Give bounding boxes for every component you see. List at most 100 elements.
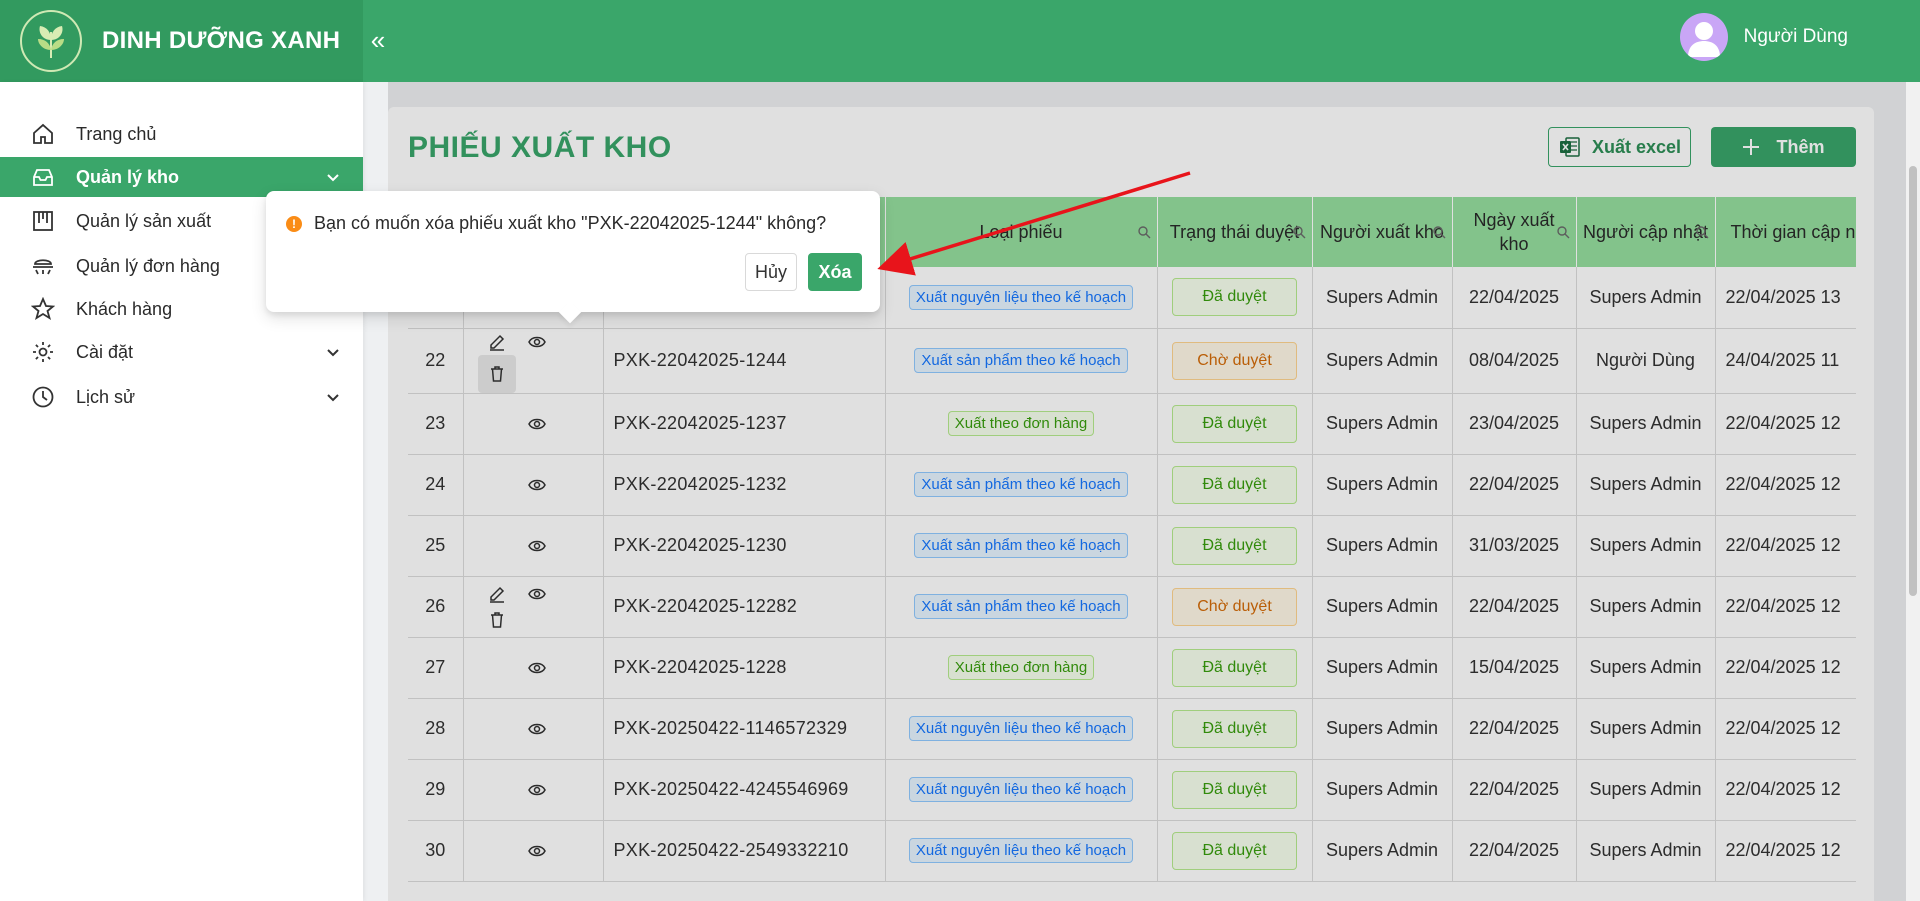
cell-status: Đã duyệt	[1157, 759, 1313, 821]
page-scrollbar[interactable]	[1906, 82, 1920, 901]
table-row[interactable]: 26 PXK-22042025-12282 Xuất sản phẩm theo k…	[408, 576, 1856, 638]
confirm-delete-button[interactable]: Xóa	[808, 253, 862, 291]
cell-type: Xuất sản phẩm theo kế hoạch	[885, 515, 1158, 577]
cell-date: 23/04/2025	[1452, 393, 1577, 455]
sidebar-item-home[interactable]: Trang chủ	[0, 114, 363, 154]
home-icon	[30, 121, 56, 147]
table-row[interactable]: 22 PXK-22042025-1244 Xuất sản phẩm theo kế…	[408, 328, 1856, 394]
status-badge: Đã duyệt	[1172, 709, 1297, 748]
cell-date: 22/04/2025	[1452, 698, 1577, 760]
header-status[interactable]: Trạng thái duyệt	[1157, 197, 1313, 267]
eye-icon[interactable]	[524, 533, 550, 559]
cell-actions	[463, 454, 604, 516]
cell-updater: Supers Admin	[1576, 759, 1716, 821]
sidebar-item-history[interactable]: Lịch sử	[0, 377, 363, 417]
cell-updater: Supers Admin	[1576, 820, 1716, 882]
cell-stt: 26	[408, 576, 464, 638]
cell-type: Xuất nguyên liệu theo kế hoạch	[885, 267, 1158, 329]
production-icon	[30, 208, 56, 234]
user-menu[interactable]: Người Dùng	[1679, 13, 1848, 61]
cell-status: Đã duyệt	[1157, 454, 1313, 516]
avatar	[1679, 13, 1728, 61]
cell-status: Đã duyệt	[1157, 820, 1313, 882]
status-badge: Đã duyệt	[1172, 648, 1297, 687]
export-excel-label: Xuất excel	[1591, 136, 1682, 157]
cell-updated-time: 22/04/2025 12	[1715, 637, 1856, 699]
user-name: Người Dùng	[1743, 26, 1848, 47]
cell-type: Xuất theo đơn hàng	[885, 393, 1158, 455]
edit-icon[interactable]	[484, 329, 510, 355]
eye-icon[interactable]	[524, 472, 550, 498]
type-tag: Xuất nguyên liệu theo kế hoạch	[908, 777, 1134, 802]
cell-code: PXK-22042025-12282	[603, 576, 886, 638]
export-excel-button[interactable]: Xuất excel	[1548, 127, 1691, 167]
header-label: Người xuất kho	[1320, 222, 1444, 242]
search-icon[interactable]	[1292, 225, 1306, 239]
trash-icon[interactable]	[477, 354, 516, 393]
cell-date: 22/04/2025	[1452, 576, 1577, 638]
table-row[interactable]: 23 PXK-22042025-1237 Xuất theo đơn hàng Đã …	[408, 393, 1856, 455]
edit-icon[interactable]	[484, 581, 510, 607]
table-row[interactable]: 28 PXK-20250422-1146572329 Xuất nguyên liệ…	[408, 698, 1856, 760]
header-type[interactable]: Loại phiếu	[885, 197, 1158, 267]
collapse-sidebar-icon[interactable]: «	[364, 24, 392, 56]
order-icon	[30, 253, 56, 279]
cell-updated-time: 22/04/2025 13	[1715, 267, 1856, 329]
header-updater[interactable]: Người cập nhật	[1576, 197, 1716, 267]
chevron-down-icon	[327, 394, 339, 402]
delete-popconfirm: ! Bạn có muốn xóa phiếu xuất kho "PXK-22…	[266, 191, 880, 324]
header-exporter[interactable]: Người xuất kho	[1312, 197, 1453, 267]
cell-actions	[463, 515, 604, 577]
trash-icon[interactable]	[484, 607, 510, 633]
cell-exporter: Supers Admin	[1312, 576, 1453, 638]
cell-actions	[463, 328, 604, 394]
cell-stt: 24	[408, 454, 464, 516]
eye-icon[interactable]	[524, 838, 550, 864]
eye-icon[interactable]	[524, 581, 550, 607]
cell-type: Xuất nguyên liệu theo kế hoạch	[885, 759, 1158, 821]
cell-code: PXK-22042025-1237	[603, 393, 886, 455]
search-icon[interactable]	[1432, 225, 1446, 239]
cell-updated-time: 24/04/2025 11	[1715, 328, 1856, 394]
type-tag: Xuất theo đơn hàng	[947, 655, 1095, 680]
header-updated-time[interactable]: Thời gian cập nhật	[1715, 197, 1856, 267]
status-badge: Chờ duyệt	[1172, 341, 1297, 380]
eye-icon[interactable]	[524, 655, 550, 681]
cell-code: PXK-20250422-4245546969	[603, 759, 886, 821]
cell-actions	[463, 698, 604, 760]
cell-type: Xuất sản phẩm theo kế hoạch	[885, 576, 1158, 638]
cell-type: Xuất sản phẩm theo kế hoạch	[885, 454, 1158, 516]
sidebar-item-label: Trang chủ	[76, 123, 157, 144]
scrollbar-thumb[interactable]	[1909, 166, 1917, 596]
sidebar-item-settings[interactable]: Cài đặt	[0, 332, 363, 372]
table-row[interactable]: 27 PXK-22042025-1228 Xuất theo đơn hàng Đã …	[408, 637, 1856, 699]
cell-updated-time: 22/04/2025 12	[1715, 454, 1856, 516]
eye-icon[interactable]	[524, 411, 550, 437]
cancel-button[interactable]: Hủy	[745, 253, 797, 291]
status-badge: Đã duyệt	[1172, 770, 1297, 809]
eye-icon[interactable]	[524, 329, 550, 355]
sidebar-item-label: Quản lý kho	[76, 166, 180, 187]
table-row[interactable]: 29 PXK-20250422-4245546969 Xuất nguyên liệ…	[408, 759, 1856, 821]
brand[interactable]: DINH DƯỠNG XANH	[0, 0, 363, 82]
type-tag: Xuất nguyên liệu theo kế hoạch	[908, 716, 1134, 741]
cell-status: Đã duyệt	[1157, 267, 1313, 329]
add-button[interactable]: Thêm	[1711, 127, 1856, 167]
cell-code: PXK-22042025-1232	[603, 454, 886, 516]
gear-icon	[30, 339, 56, 365]
search-icon[interactable]	[1556, 225, 1570, 239]
cell-updater: Supers Admin	[1576, 267, 1716, 329]
table-row[interactable]: 25 PXK-22042025-1230 Xuất sản phẩm theo kế…	[408, 515, 1856, 577]
search-icon[interactable]	[1695, 225, 1709, 239]
search-icon[interactable]	[1137, 225, 1151, 239]
cell-code: PXK-22042025-1244	[603, 328, 886, 394]
eye-icon[interactable]	[524, 777, 550, 803]
table-row[interactable]: 24 PXK-22042025-1232 Xuất sản phẩm theo kế…	[408, 454, 1856, 516]
sidebar-item-label: Cài đặt	[76, 341, 134, 362]
add-label: Thêm	[1776, 136, 1825, 157]
header-date[interactable]: Ngày xuất kho	[1452, 197, 1577, 267]
cell-exporter: Supers Admin	[1312, 515, 1453, 577]
cell-date: 22/04/2025	[1452, 267, 1577, 329]
eye-icon[interactable]	[524, 716, 550, 742]
table-row[interactable]: 30 PXK-20250422-2549332210 Xuất nguyên liệ…	[408, 820, 1856, 882]
